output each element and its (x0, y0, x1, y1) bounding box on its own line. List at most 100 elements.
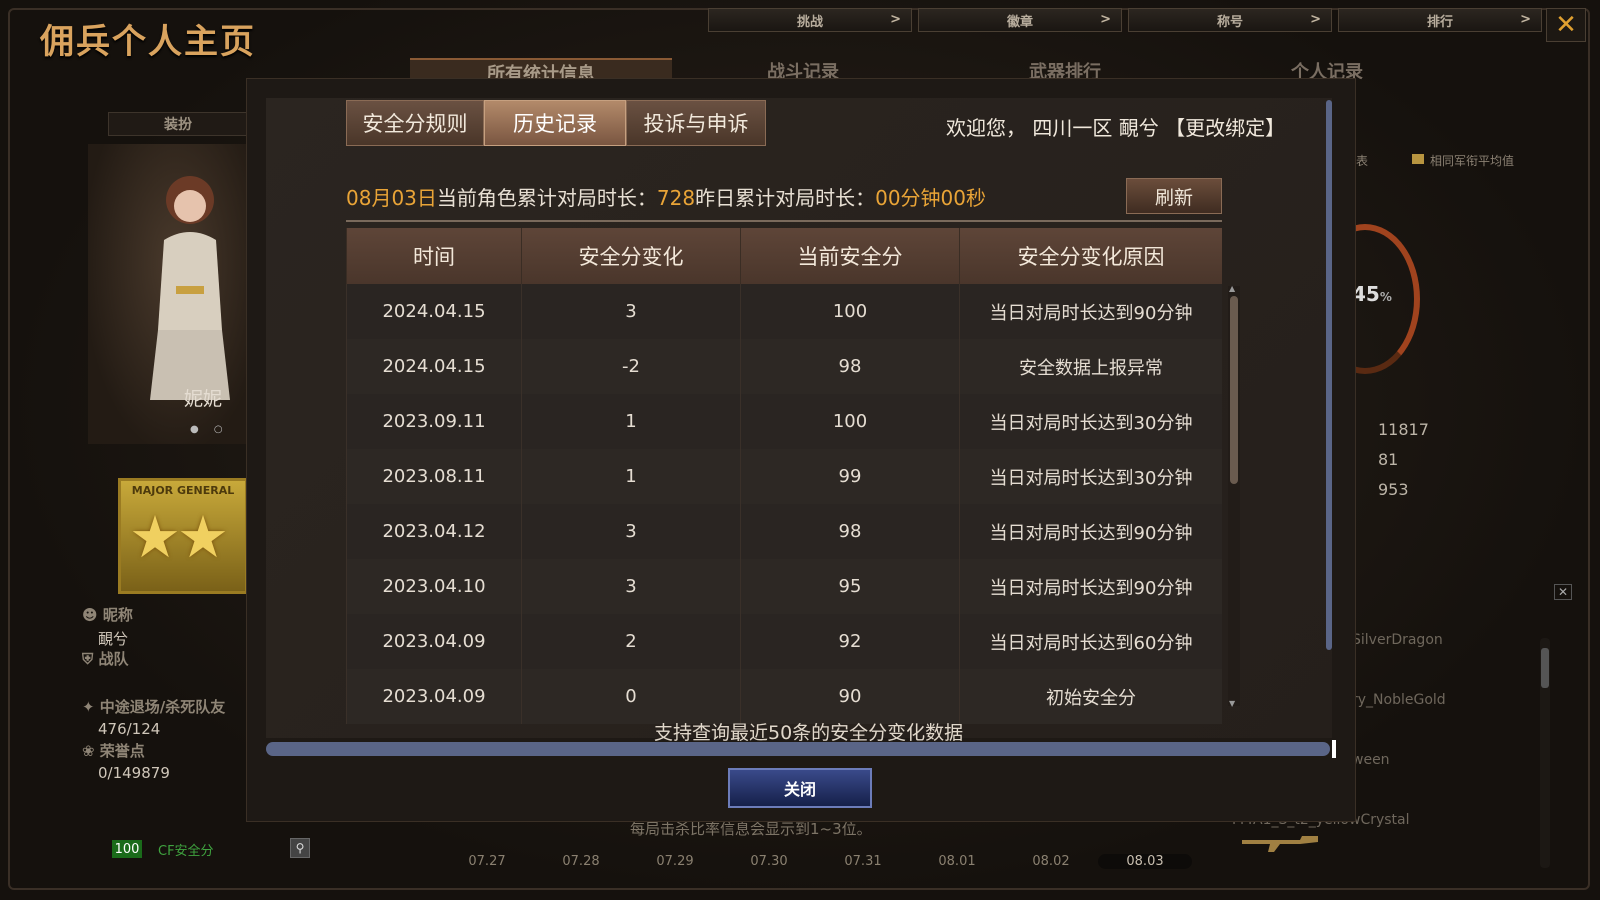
tab-all-stats[interactable]: 所有统计信息 (410, 58, 672, 85)
cell-score: 90 (740, 669, 960, 724)
nickname-row: ☻ 昵称 (82, 604, 133, 625)
scrollbar-thumb[interactable] (1541, 648, 1549, 688)
tab-history[interactable]: 历史记录 (484, 100, 626, 146)
stat-value: 11817 (1378, 420, 1429, 439)
cell-change: 1 (521, 394, 741, 449)
tab-battle-records[interactable]: 战斗记录 (672, 58, 934, 83)
cell-reason: 初始安全分 (959, 669, 1222, 724)
date-item[interactable]: 07.30 (722, 854, 816, 869)
star-icon: ★★ (129, 503, 229, 571)
column-header: 安全分变化 (521, 228, 741, 284)
table-scrollbar[interactable]: ▲ ▼ (1228, 284, 1240, 708)
cell-reason: 当日对局时长达到90分钟 (959, 504, 1222, 559)
cell-reason: 当日对局时长达到30分钟 (959, 394, 1222, 449)
date-item-selected[interactable]: 08.03 (1098, 854, 1192, 869)
table-row: 2024.04.15 -2 98 安全数据上报异常 (346, 339, 1222, 394)
cell-time: 2023.09.11 (346, 394, 522, 449)
table-row: 2023.09.11 1 100 当日对局时长达到30分钟 (346, 394, 1222, 449)
date-item[interactable]: 08.02 (1004, 854, 1098, 869)
date-item[interactable]: 07.28 (534, 854, 628, 869)
welcome-text[interactable]: 欢迎您， 四川一区 靦兮 【更改绑定】 (946, 112, 1285, 141)
cell-reason: 安全数据上报异常 (959, 339, 1222, 394)
modal-tabs: 安全分规则 历史记录 投诉与申诉 (346, 100, 766, 146)
top-nav: 挑战 > 徽章 > 称号 > 排行 > (708, 8, 1542, 34)
date-selector: 07.27 07.28 07.29 07.30 07.31 08.01 08.0… (440, 854, 1192, 869)
close-icon[interactable]: ✕ (1554, 584, 1572, 600)
cell-time: 2023.04.09 (346, 614, 522, 669)
cell-score: 100 (740, 284, 960, 339)
close-icon[interactable]: ✕ (1546, 8, 1586, 42)
side-scrollbar[interactable] (1540, 638, 1550, 868)
honor-row: ❀ 荣誉点 (82, 740, 145, 761)
table-row: 2023.04.09 2 92 当日对局时长达到60分钟 (346, 614, 1222, 669)
safety-score-value: 100 (112, 840, 142, 858)
cell-change: 2 (521, 614, 741, 669)
scrollbar-end-marker (1332, 740, 1336, 758)
safety-score-label[interactable]: CF安全分 (158, 840, 214, 859)
stat-value: 81 (1378, 450, 1399, 469)
summary-yesterday-value: 00分钟00秒 (875, 186, 986, 210)
column-header: 安全分变化原因 (959, 228, 1222, 284)
nav-challenge-button[interactable]: 挑战 > (708, 8, 912, 32)
scroll-up-icon[interactable]: ▲ (1229, 284, 1235, 293)
summary-date: 08月03日 (346, 186, 437, 210)
tab-complaint-appeal[interactable]: 投诉与申诉 (626, 100, 766, 146)
date-item[interactable]: 07.27 (440, 854, 534, 869)
scrollbar-thumb[interactable] (1230, 296, 1238, 484)
cell-score: 98 (740, 504, 960, 559)
clan-label: 战队 (98, 650, 129, 668)
player-name: SilverDragon (1352, 632, 1443, 648)
runner-icon: ✦ (82, 698, 100, 716)
playtime-summary: 08月03日当前角色累计对局时长：728昨日累计对局时长：00分钟00秒 (346, 182, 986, 211)
shield-icon: ⛨ (82, 650, 99, 668)
escape-label: 中途退场/杀死队友 (99, 698, 226, 716)
summary-current-value: 728 (656, 186, 696, 210)
tab-weapon-ranking[interactable]: 武器排行 (934, 58, 1196, 83)
honor-value: 0/149879 (98, 764, 170, 782)
cell-time: 2024.04.15 (346, 339, 522, 394)
cell-time: 2023.04.10 (346, 559, 522, 614)
stats-list: 11817 81 953 (1378, 420, 1429, 510)
tab-safety-rules[interactable]: 安全分规则 (346, 100, 484, 146)
legend-swatch (1412, 154, 1424, 164)
cell-reason: 当日对局时长达到90分钟 (959, 559, 1222, 614)
cell-reason: 当日对局时长达到90分钟 (959, 284, 1222, 339)
nav-ranking-button[interactable]: 排行 > (1338, 8, 1542, 32)
table-header-row: 时间 安全分变化 当前安全分 安全分变化原因 (346, 228, 1222, 284)
refresh-button[interactable]: 刷新 (1126, 178, 1222, 214)
gauge-value: 45% (1352, 282, 1392, 306)
equip-button[interactable]: 装扮 (108, 112, 248, 136)
carousel-dots[interactable]: ● ○ (190, 424, 229, 435)
search-icon[interactable]: ⚲ (290, 838, 310, 858)
cell-time: 2023.04.09 (346, 669, 522, 724)
column-header: 当前安全分 (740, 228, 960, 284)
cell-change: 3 (521, 504, 741, 559)
close-button[interactable]: 关闭 (728, 768, 872, 808)
chevron-right-icon: > (890, 12, 901, 27)
date-item[interactable]: 07.31 (816, 854, 910, 869)
cell-time: 2023.08.11 (346, 449, 522, 504)
cell-reason: 当日对局时长达到60分钟 (959, 614, 1222, 669)
summary-yesterday-label: 昨日累计对局时长： (695, 186, 876, 210)
legend-rank-avg: 相同军衔平均值 (1430, 154, 1515, 168)
cell-change: 1 (521, 449, 741, 504)
flower-icon: ❀ (82, 742, 100, 760)
date-item[interactable]: 07.29 (628, 854, 722, 869)
nav-label: 徽章 (1006, 14, 1033, 30)
cell-change: 3 (521, 284, 741, 339)
date-item[interactable]: 08.01 (910, 854, 1004, 869)
rank-badge: MAJOR GENERAL ★★ (118, 478, 248, 594)
chevron-right-icon: > (1100, 12, 1111, 27)
person-icon: ☻ (82, 606, 103, 624)
modal-vertical-scrollbar[interactable] (1326, 100, 1332, 650)
cell-score: 100 (740, 394, 960, 449)
chevron-right-icon: > (1520, 12, 1531, 27)
player-name: ween (1352, 752, 1390, 768)
column-header: 时间 (346, 228, 522, 284)
character-figure-icon (150, 176, 230, 400)
modal-horizontal-scrollbar[interactable] (266, 742, 1330, 756)
scroll-down-icon[interactable]: ▼ (1229, 699, 1235, 708)
tab-personal-records[interactable]: 个人记录 (1196, 58, 1458, 83)
nav-title-button[interactable]: 称号 > (1128, 8, 1332, 32)
nav-badge-button[interactable]: 徽章 > (918, 8, 1122, 32)
